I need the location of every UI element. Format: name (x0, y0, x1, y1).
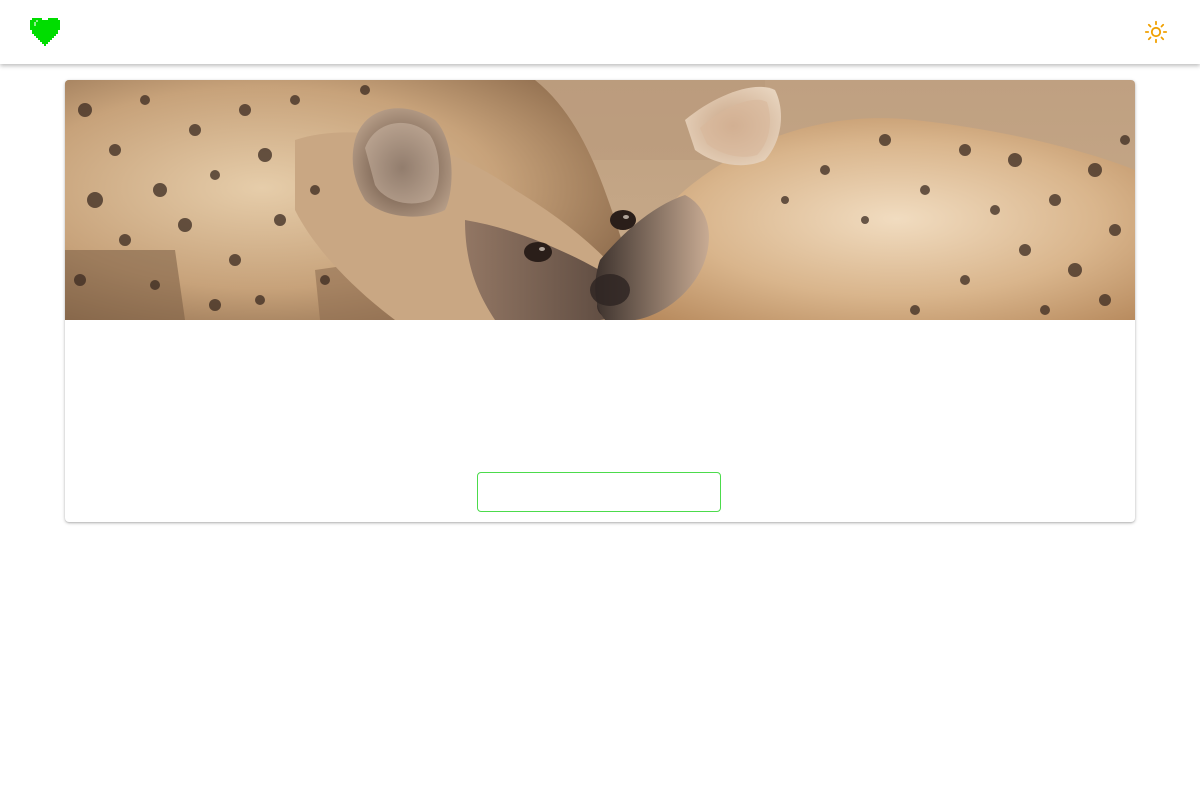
app-bar (0, 0, 1200, 64)
two-hyenas-photo (65, 80, 1135, 320)
card-content (65, 320, 1135, 522)
home-logo-button[interactable] (28, 14, 64, 50)
sun-icon (1144, 20, 1168, 44)
content-card (65, 80, 1135, 522)
theme-toggle-button[interactable] (1140, 16, 1172, 48)
pixel-heart-icon (30, 18, 60, 46)
card-hero-image (65, 80, 1135, 320)
card-action-button[interactable] (477, 472, 721, 512)
